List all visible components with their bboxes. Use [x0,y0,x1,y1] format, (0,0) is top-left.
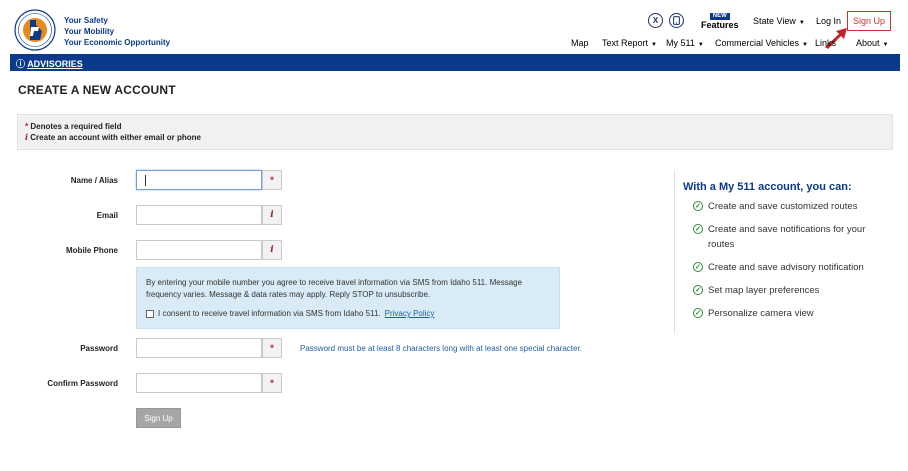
consent-text: I consent to receive travel information … [158,309,381,318]
top-icons: X [648,13,684,28]
confirm-password-input[interactable] [136,373,262,393]
nav-map[interactable]: Map [571,38,589,48]
tagline-line: Your Safety [64,16,108,25]
idaho-itd-logo[interactable] [14,9,56,51]
features-link[interactable]: NEW Features [701,9,739,30]
privacy-policy-link[interactable]: Privacy Policy [385,308,435,320]
info-icon: ⓘ [16,59,26,69]
benefit-item: ✓ Set map layer preferences [693,283,888,298]
signup-button[interactable]: Sign Up [847,11,891,31]
site-header: Your Safety Your Mobility Your Economic … [0,0,908,54]
nav-commercial-vehicles[interactable]: Commercial Vehicles ▼ [715,38,808,48]
state-view-dropdown[interactable]: State View ▼ [753,16,805,26]
email-input[interactable] [136,205,262,225]
chevron-down-icon: ▼ [798,20,805,26]
benefit-text: Create and save notifications for your r… [708,224,866,250]
page-title: CREATE A NEW ACCOUNT [18,83,176,97]
tagline-line: Your Mobility [64,27,115,36]
nav-commercial-label: Commercial Vehicles [715,38,800,48]
new-badge: NEW [709,13,730,20]
required-note: * Denotes a required field [25,121,885,132]
nav-my511[interactable]: My 511 ▼ [666,38,704,48]
nav-about-label: About [856,38,880,48]
phone-icon[interactable] [669,13,684,28]
x-social-icon[interactable]: X [648,13,663,28]
benefit-text: Create and save customized routes [708,201,858,212]
either-note: i Create an account with either email or… [25,132,885,143]
check-circle-icon: ✓ [693,285,703,295]
check-circle-icon: ✓ [693,224,703,234]
chevron-down-icon: ▼ [697,42,704,48]
check-circle-icon: ✓ [693,308,703,318]
sms-consent-box: By entering your mobile number you agree… [136,267,560,329]
chevron-down-icon: ▼ [802,42,808,48]
required-star-icon: * [262,170,282,190]
benefit-item: ✓ Create and save notifications for your … [693,222,888,252]
form-notes: * Denotes a required field i Create an a… [17,114,893,150]
email-label: Email [96,211,118,220]
nav-about[interactable]: About ▼ [856,38,888,48]
advisories-link[interactable]: ADVISORIES [27,59,83,69]
required-star-icon: * [25,122,29,131]
sms-disclaimer: By entering your mobile number you agree… [146,278,523,299]
benefit-item: ✓ Create and save advisory notification [693,260,888,275]
info-icon[interactable]: i [262,240,282,260]
text-cursor [145,175,146,186]
benefit-text: Create and save advisory notification [708,262,864,273]
password-label: Password [80,344,118,353]
site-tagline: Your Safety Your Mobility Your Economic … [64,15,170,48]
password-hint: Password must be at least 8 characters l… [300,344,582,353]
phone-input[interactable] [136,240,262,260]
consent-checkbox[interactable] [146,310,154,318]
benefit-item: ✓ Personalize camera view [693,306,888,321]
info-icon: i [25,132,29,142]
benefit-text: Personalize camera view [708,308,814,319]
chevron-down-icon: ▼ [882,42,889,48]
check-circle-icon: ✓ [693,201,703,211]
state-view-label: State View [753,16,796,26]
chevron-down-icon: ▼ [651,42,657,48]
features-label: Features [701,20,739,30]
benefit-text: Set map layer preferences [708,285,820,296]
advisories-bar[interactable]: ⓘ ADVISORIES [10,54,900,71]
phone-label: Mobile Phone [66,246,118,255]
benefits-title: With a My 511 account, you can: [683,181,852,193]
nav-text-report[interactable]: Text Report ▼ [602,38,657,48]
benefit-item: ✓ Create and save customized routes [693,199,888,214]
info-icon[interactable]: i [262,205,282,225]
tagline-line: Your Economic Opportunity [64,38,171,47]
nav-links[interactable]: Links [815,38,836,48]
required-star-icon: * [262,338,282,358]
check-circle-icon: ✓ [693,262,703,272]
name-label: Name / Alias [70,176,118,185]
name-input[interactable] [136,170,262,190]
panel-divider [674,170,675,334]
required-note-text: Denotes a required field [30,122,122,131]
required-star-icon: * [262,373,282,393]
consent-row: I consent to receive travel information … [146,308,550,320]
either-note-text: Create an account with either email or p… [30,133,201,142]
signup-submit-button[interactable]: Sign Up [136,408,181,428]
nav-text-report-label: Text Report [602,38,649,48]
password-input[interactable] [136,338,262,358]
confirm-password-label: Confirm Password [47,379,118,388]
nav-my511-label: My 511 [666,38,695,48]
